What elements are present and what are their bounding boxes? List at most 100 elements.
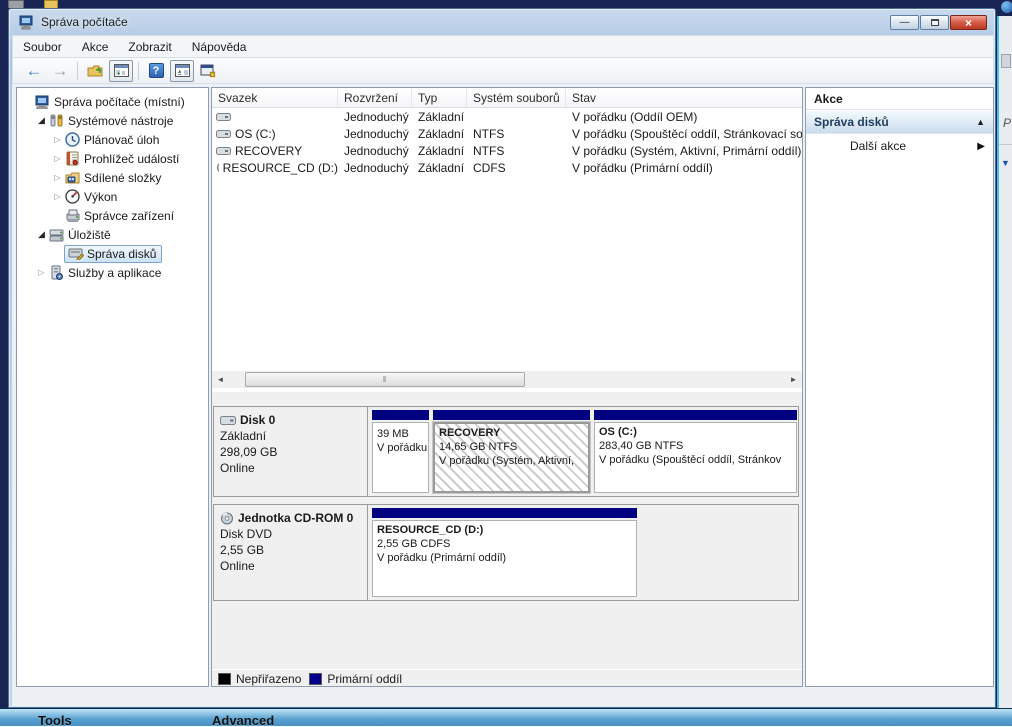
device-manager-icon — [64, 209, 81, 222]
action-pane-button[interactable] — [170, 60, 194, 82]
column-header-rozvrzeni[interactable]: Rozvržení — [338, 88, 412, 107]
divider — [999, 144, 1012, 145]
column-header-stav[interactable]: Stav — [566, 88, 802, 107]
partition-resource-cd[interactable]: RESOURCE_CD (D:) 2,55 GB CDFS V pořádku … — [372, 508, 637, 597]
console-options-button[interactable] — [196, 60, 220, 82]
cd-drive-icon — [220, 512, 235, 525]
menu-akce[interactable]: Akce — [72, 37, 119, 57]
scroll-right-arrow[interactable]: ► — [785, 371, 802, 388]
volume-layout: Jednoduchý — [338, 110, 412, 124]
window-controls: — × — [889, 15, 987, 30]
partition-os-c[interactable]: OS (C:) 283,40 GB NTFS V pořádku (Spoušt… — [594, 410, 797, 493]
tree-item-event-viewer[interactable]: ▷ Prohlížeč událostí — [17, 149, 208, 168]
partition-status: V pořádku — [377, 442, 424, 454]
forward-button[interactable]: → — [48, 60, 72, 82]
disk-management-icon — [67, 247, 84, 260]
console-window-icon — [114, 64, 129, 77]
disk-state: Online — [220, 559, 361, 573]
restore-button[interactable] — [920, 15, 949, 30]
menu-bar: Soubor Akce Zobrazit Nápověda — [12, 35, 994, 57]
volume-name: RESOURCE_CD (D:) — [223, 161, 338, 175]
tree-item-shared-folders[interactable]: ▷ Sdílené složky — [17, 168, 208, 187]
disk-graphical-view: Disk 0 Základní 298,09 GB Online 39 MB V… — [212, 390, 802, 669]
collapsed-icon[interactable]: ▷ — [51, 135, 64, 144]
help-button[interactable]: ? — [144, 60, 168, 82]
background-menu-tools[interactable]: Tools — [38, 713, 72, 727]
column-header-system-souboru[interactable]: Systém souborů — [467, 88, 566, 107]
volume-row-os-c[interactable]: OS (C:) Jednoduchý Základní NTFS V pořád… — [212, 125, 802, 142]
volume-status: V pořádku (Primární oddíl) — [566, 161, 802, 175]
disk0-label-block[interactable]: Disk 0 Základní 298,09 GB Online — [214, 407, 368, 496]
tree-item-computer-management-root[interactable]: Správa počítače (místní) — [17, 92, 208, 111]
partition-size: 39 MB — [377, 428, 424, 440]
window-title: Správa počítače — [41, 15, 128, 29]
tree-item-storage[interactable]: ◢ Úložiště — [17, 225, 208, 244]
title-bar[interactable]: Správa počítače — × — [9, 9, 995, 35]
collapsed-icon[interactable]: ▷ — [51, 173, 64, 182]
partition-recovery-selected[interactable]: RECOVERY 14,65 GB NTFS V pořádku (Systém… — [433, 410, 590, 493]
volume-row-recovery[interactable]: RECOVERY Jednoduchý Základní NTFS V pořá… — [212, 142, 802, 159]
menu-soubor[interactable]: Soubor — [13, 37, 72, 57]
actions-group-label: Správa disků — [814, 115, 889, 129]
properties-window-button[interactable] — [109, 60, 133, 82]
volume-row-resource-cd[interactable]: RESOURCE_CD (D:) Jednoduchý Základní CDF… — [212, 159, 802, 176]
forward-icon: → — [52, 62, 69, 79]
tree-item-services-applications[interactable]: ▷ Služby a aplikace — [17, 263, 208, 282]
cdrom0-label-block[interactable]: Jednotka CD-ROM 0 Disk DVD 2,55 GB Onlin… — [214, 505, 368, 600]
collapsed-icon[interactable]: ▷ — [51, 154, 64, 163]
volume-name: RECOVERY — [235, 144, 302, 158]
scroll-left-arrow[interactable]: ◄ — [212, 371, 229, 388]
background-menu-advanced[interactable]: Advanced — [212, 713, 274, 727]
actions-group-disk-management[interactable]: Správa disků ▲ — [806, 110, 993, 134]
horizontal-scrollbar[interactable]: ◄ ⦀ ► — [212, 371, 802, 388]
partition-color-bar — [372, 410, 429, 420]
legend-label: Primární oddíl — [327, 672, 402, 686]
volume-icon — [216, 146, 231, 156]
volume-name: OS (C:) — [235, 127, 276, 141]
restore-icon — [931, 19, 939, 26]
tree-item-task-scheduler[interactable]: ▷ Plánovač úloh — [17, 130, 208, 149]
expanded-icon[interactable]: ◢ — [35, 115, 48, 126]
legend-label: Nepřiřazeno — [236, 672, 301, 686]
event-viewer-icon — [64, 151, 81, 166]
back-button[interactable]: ← — [22, 60, 46, 82]
volume-layout: Jednoduchý — [338, 127, 412, 141]
partition-size: 283,40 GB NTFS — [599, 440, 792, 452]
menu-zobrazit[interactable]: Zobrazit — [118, 37, 181, 57]
more-actions-item[interactable]: Další akce ▶ — [806, 134, 993, 158]
expanded-icon[interactable]: ◢ — [35, 229, 48, 240]
computer-management-window: Správa počítače — × Soubor Akce Zobrazit… — [8, 8, 996, 708]
tree-item-label: Prohlížeč událostí — [81, 151, 182, 167]
disk-state: Online — [220, 461, 361, 475]
tree-item-label: Výkon — [81, 189, 120, 205]
tree-item-system-tools[interactable]: ◢ Systémové nástroje — [17, 111, 208, 130]
volume-icon — [216, 129, 231, 139]
menu-napoveda[interactable]: Nápověda — [182, 37, 257, 57]
tree-item-disk-management[interactable]: Správa disků — [17, 244, 208, 263]
collapsed-icon[interactable]: ▷ — [51, 192, 64, 201]
background-window-fragment-icon — [8, 0, 24, 8]
services-icon — [48, 265, 65, 280]
volume-status: V pořádku (Oddíl OEM) — [566, 110, 802, 124]
partition-oem[interactable]: 39 MB V pořádku — [372, 410, 429, 493]
tree-item-performance[interactable]: ▷ Výkon — [17, 187, 208, 206]
close-button[interactable]: × — [950, 15, 987, 30]
column-header-typ[interactable]: Typ — [412, 88, 467, 107]
partition-color-bar — [433, 410, 590, 420]
legend-unallocated: Nepřiřazeno — [218, 672, 301, 686]
tree-item-label: Služby a aplikace — [65, 265, 164, 281]
tree-item-label: Správce zařízení — [81, 208, 177, 224]
collapsed-icon[interactable]: ▷ — [35, 268, 48, 277]
dropdown-arrow-icon[interactable]: ▼ — [1001, 158, 1010, 168]
system-tools-icon — [48, 114, 65, 128]
column-header-svazek[interactable]: Svazek — [212, 88, 338, 107]
minimize-button[interactable]: — — [890, 15, 919, 30]
tree-item-device-manager[interactable]: Správce zařízení — [17, 206, 208, 225]
show-console-tree-button[interactable] — [83, 60, 107, 82]
volume-row-oem[interactable]: Jednoduchý Základní V pořádku (Oddíl OEM… — [212, 108, 802, 125]
partition-size: 2,55 GB CDFS — [377, 538, 632, 550]
collapse-arrow-icon[interactable]: ▲ — [976, 117, 985, 127]
partition-color-bar — [594, 410, 797, 420]
scrollbar-thumb[interactable]: ⦀ — [245, 372, 525, 387]
shared-folders-icon — [64, 171, 81, 185]
